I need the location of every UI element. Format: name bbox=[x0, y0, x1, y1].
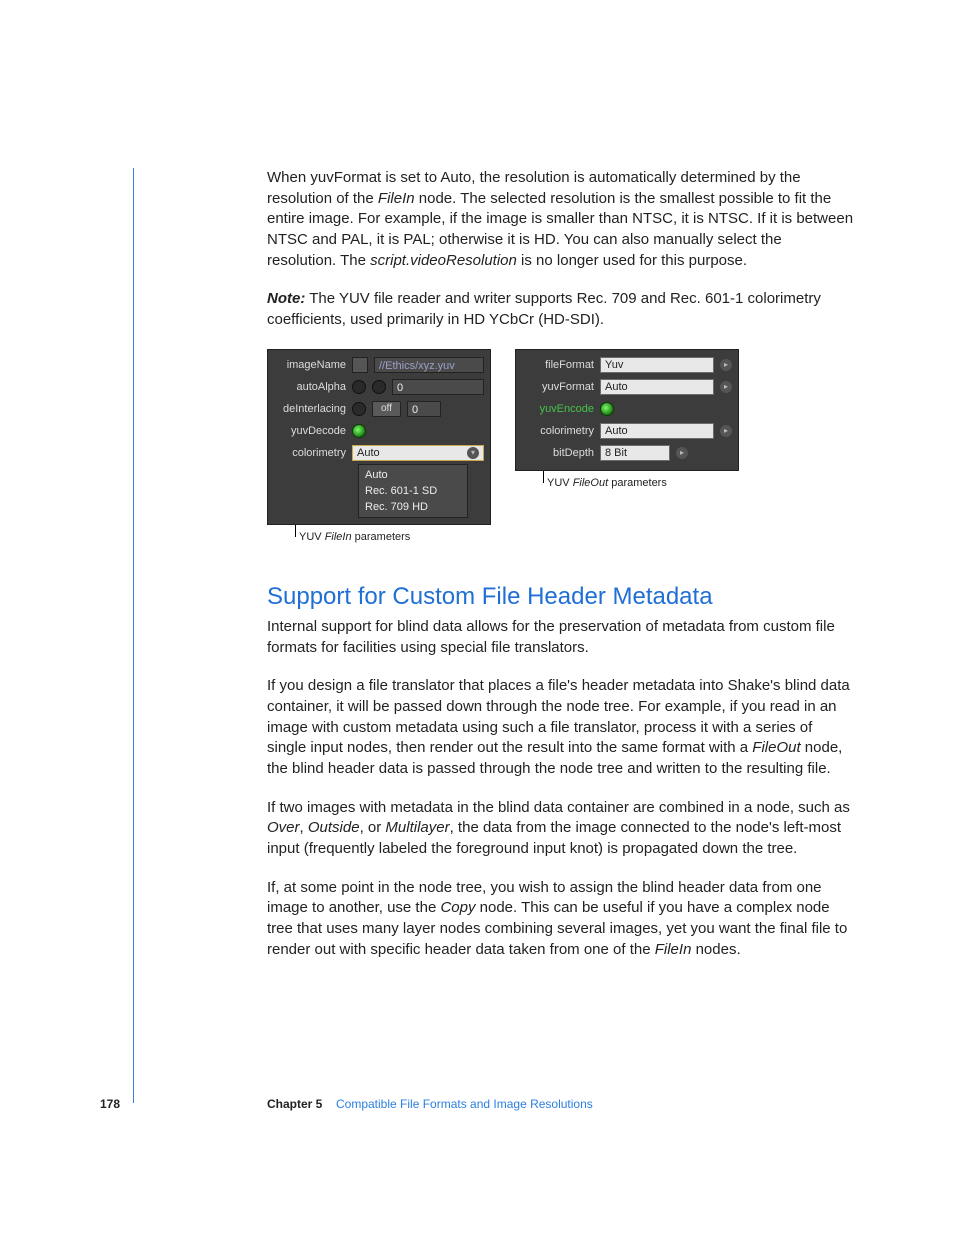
chapter-label: Chapter 5 bbox=[267, 1097, 322, 1111]
text: YUV bbox=[299, 531, 325, 543]
copy-term: Copy bbox=[440, 899, 475, 916]
colorimetry-value-out: Auto bbox=[605, 424, 628, 438]
over-term: Over bbox=[267, 819, 300, 836]
dropdown-opt-auto[interactable]: Auto bbox=[363, 467, 463, 483]
colorimetry-value-in: Auto bbox=[357, 446, 380, 460]
label-autoalpha: autoAlpha bbox=[274, 381, 346, 393]
dropdown-opt-709[interactable]: Rec. 709 HD bbox=[363, 499, 463, 515]
yuvencode-toggle[interactable] bbox=[600, 402, 614, 416]
colorimetry-select-out[interactable]: Auto bbox=[600, 423, 714, 439]
colorimetry-select-in[interactable]: Auto ▾ bbox=[352, 445, 484, 461]
folder-icon[interactable] bbox=[352, 357, 368, 373]
label-yuvencode: yuvEncode bbox=[522, 403, 594, 415]
dropdown-opt-601[interactable]: Rec. 601-1 SD bbox=[363, 483, 463, 499]
label-fileformat: fileFormat bbox=[522, 359, 594, 371]
label-deinterlacing: deInterlacing bbox=[274, 403, 346, 415]
bitdepth-value: 8 Bit bbox=[605, 446, 627, 460]
deinterlacing-toggle[interactable] bbox=[352, 402, 366, 416]
label-colorimetry-in: colorimetry bbox=[274, 447, 346, 459]
colorimetry-dropdown[interactable]: Auto Rec. 601-1 SD Rec. 709 HD bbox=[358, 464, 468, 518]
filein-term: FileIn bbox=[655, 941, 692, 958]
note-paragraph: Note: The YUV file reader and writer sup… bbox=[267, 289, 854, 330]
filein-caption: YUV FileIn parameters bbox=[267, 531, 491, 543]
note-body: The YUV file reader and writer supports … bbox=[267, 290, 821, 328]
label-colorimetry-out: colorimetry bbox=[522, 425, 594, 437]
paragraph-copy-node: If, at some point in the node tree, you … bbox=[267, 878, 854, 961]
text: YUV bbox=[547, 477, 573, 489]
outside-term: Outside bbox=[308, 819, 360, 836]
label-imagename: imageName bbox=[274, 359, 346, 371]
paragraph-two-images: If two images with metadata in the blind… bbox=[267, 798, 854, 860]
label-yuvdecode: yuvDecode bbox=[274, 425, 346, 437]
imagename-field[interactable]: //Ethics/xyz.yuv bbox=[374, 357, 484, 373]
text: is no longer used for this purpose. bbox=[517, 252, 747, 269]
filein-term: FileIn bbox=[325, 531, 352, 543]
fileformat-value: Yuv bbox=[605, 358, 623, 372]
vertical-rule bbox=[133, 168, 134, 1103]
text: , or bbox=[360, 819, 386, 836]
page-number: 178 bbox=[100, 1097, 120, 1111]
chevron-down-icon[interactable]: ▸ bbox=[720, 425, 732, 437]
filein-panel-wrap: imageName //Ethics/xyz.yuv autoAlpha 0 d… bbox=[267, 349, 491, 543]
yuvformat-value: Auto bbox=[605, 380, 628, 394]
paragraph-blind-data: Internal support for blind data allows f… bbox=[267, 617, 854, 658]
text: parameters bbox=[608, 477, 667, 489]
paragraph-file-translator: If you design a file translator that pla… bbox=[267, 676, 854, 779]
text: parameters bbox=[352, 531, 411, 543]
deinterlacing-field[interactable]: 0 bbox=[407, 401, 441, 417]
fileout-panel-wrap: fileFormat Yuv ▸ yuvFormat Auto ▸ yuvEnc… bbox=[515, 349, 739, 489]
filein-panel: imageName //Ethics/xyz.yuv autoAlpha 0 d… bbox=[267, 349, 491, 525]
fileout-caption: YUV FileOut parameters bbox=[515, 477, 739, 489]
heading-custom-metadata: Support for Custom File Header Metadata bbox=[267, 583, 854, 611]
chevron-down-icon[interactable]: ▸ bbox=[720, 359, 732, 371]
chevron-down-icon: ▾ bbox=[467, 447, 479, 459]
label-yuvformat: yuvFormat bbox=[522, 381, 594, 393]
chapter-title: Compatible File Formats and Image Resolu… bbox=[336, 1097, 593, 1111]
text: , bbox=[300, 819, 308, 836]
yuvformat-select[interactable]: Auto bbox=[600, 379, 714, 395]
script-videoresolution-term: script.videoResolution bbox=[370, 252, 517, 269]
fileout-panel: fileFormat Yuv ▸ yuvFormat Auto ▸ yuvEnc… bbox=[515, 349, 739, 471]
fileout-term: FileOut bbox=[573, 477, 608, 489]
text: nodes. bbox=[691, 941, 740, 958]
bitdepth-select[interactable]: 8 Bit bbox=[600, 445, 670, 461]
yuvdecode-toggle[interactable] bbox=[352, 424, 366, 438]
deinterlacing-pill[interactable]: off bbox=[372, 401, 401, 417]
filein-term: FileIn bbox=[378, 190, 415, 207]
chevron-down-icon[interactable]: ▸ bbox=[676, 447, 688, 459]
paragraph-yuvformat: When yuvFormat is set to Auto, the resol… bbox=[267, 168, 854, 271]
chevron-down-icon[interactable]: ▸ bbox=[720, 381, 732, 393]
fileformat-select[interactable]: Yuv bbox=[600, 357, 714, 373]
note-label: Note: bbox=[267, 290, 305, 307]
fileout-term: FileOut bbox=[752, 739, 800, 756]
multilayer-term: Multilayer bbox=[385, 819, 449, 836]
autoalpha-toggle-a[interactable] bbox=[352, 380, 366, 394]
autoalpha-field[interactable]: 0 bbox=[392, 379, 484, 395]
label-bitdepth: bitDepth bbox=[522, 447, 594, 459]
text: If two images with metadata in the blind… bbox=[267, 799, 850, 816]
autoalpha-toggle-b[interactable] bbox=[372, 380, 386, 394]
